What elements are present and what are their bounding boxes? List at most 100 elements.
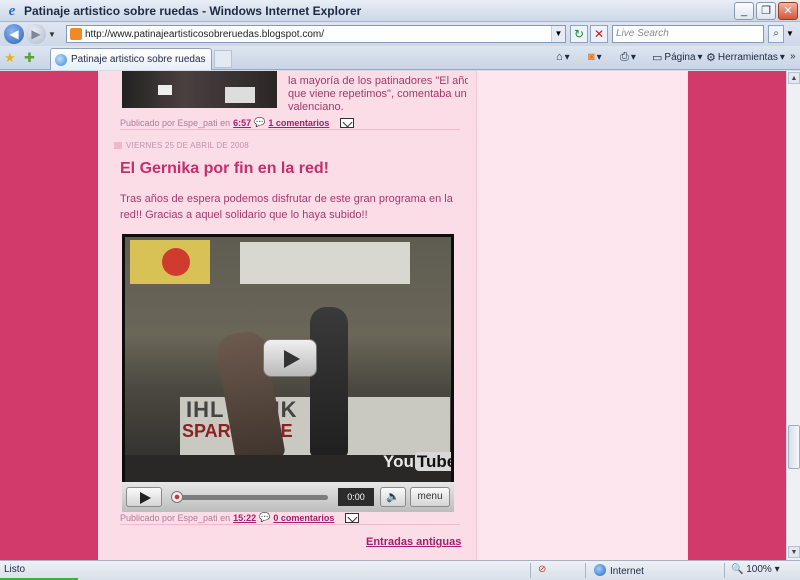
status-separator (530, 563, 531, 578)
window-title: Patinaje artistico sobre ruedas - Window… (24, 3, 362, 18)
title-bar: e Patinaje artistico sobre ruedas - Wind… (0, 0, 800, 22)
video-menu-button[interactable]: menu (410, 487, 450, 507)
previous-post-footer: Publicado por Espe_pati en 6:57 💬 1 come… (120, 117, 355, 128)
comment-icon: 💬 (254, 117, 266, 127)
comments-link[interactable]: 1 comentarios (268, 118, 329, 128)
older-posts-link[interactable]: Entradas antiguas (366, 536, 461, 548)
previous-post-line: la mayoría de los patinadores "El año (288, 75, 468, 87)
new-tab-button[interactable] (214, 50, 232, 68)
search-input[interactable]: Live Search (612, 25, 764, 43)
vertical-scrollbar[interactable]: ▲ ▼ (786, 71, 800, 560)
volume-button[interactable]: 🔈 (380, 487, 406, 507)
status-text: Listo (4, 564, 26, 575)
sidebar (476, 71, 688, 560)
close-button[interactable]: ✕ (778, 2, 798, 20)
banner-logo-icon (162, 248, 190, 276)
zone-label: Internet (610, 566, 644, 577)
print-button[interactable]: ⎙ ▾ (620, 51, 636, 64)
youtube-embed[interactable]: IHL SANK SPARKASSE YouTube 0:00 🔈 menu (122, 234, 454, 512)
previous-post-line: que viene repetimos", comentaba un (288, 88, 467, 100)
refresh-button[interactable]: ↻ (570, 25, 588, 43)
post-title[interactable]: El Gernika por fin en la red! (120, 160, 329, 178)
email-post-icon[interactable] (340, 117, 355, 128)
search-icon[interactable]: ⌕ (768, 25, 784, 43)
zoom-level: 100% (746, 564, 772, 575)
address-bar[interactable]: http://www.patinajeartisticosobreruedas.… (66, 25, 566, 43)
home-button[interactable]: ⌂ ▾ (556, 51, 570, 63)
previous-post-photo (122, 71, 277, 108)
scroll-thumb[interactable] (788, 425, 800, 469)
page-icon (55, 53, 67, 66)
footer-prefix: Publicado por Espe_pati en (120, 117, 231, 128)
maximize-button[interactable]: ❐ (756, 2, 776, 20)
globe-icon (594, 564, 606, 576)
tools-menu[interactable]: ⚙ Herramientas ▾ (706, 51, 785, 64)
minimize-button[interactable]: _ (734, 2, 754, 20)
seek-handle[interactable] (171, 491, 183, 503)
history-dropdown[interactable]: ▼ (48, 30, 58, 39)
play-button[interactable] (126, 487, 162, 507)
post-body: Tras años de espera podemos disfrutar de… (120, 193, 453, 221)
comments-link[interactable]: 0 comentarios (273, 513, 334, 523)
photo-bib (158, 85, 172, 95)
home-icon: ⌂ (556, 51, 563, 63)
status-separator (585, 563, 586, 578)
tab-label: Patinaje artistico sobre ruedas (71, 54, 206, 65)
footer-prefix: Publicado por Espe_pati en (120, 512, 231, 523)
youtube-logo-tube: Tube (414, 452, 451, 471)
post-divider (120, 129, 460, 130)
page-menu[interactable]: ▭ Página ▾ (652, 51, 703, 64)
youtube-logo-you: You (383, 452, 414, 471)
window-controls: _ ❐ ✕ (734, 2, 798, 20)
post-divider (120, 524, 460, 525)
date-header: VIERNES 25 DE ABRIL DE 2008 (114, 141, 249, 150)
previous-post-line: valenciano. (288, 101, 344, 113)
date-text: VIERNES 25 DE ABRIL DE 2008 (126, 141, 249, 150)
page-menu-label: Página (664, 52, 696, 63)
status-bar: Listo ⊘ Internet 🔍 100% ▾ (0, 560, 800, 580)
skater-figure (310, 307, 348, 457)
seek-bar[interactable] (172, 495, 328, 500)
add-favorites-icon[interactable]: ✚ (24, 50, 35, 66)
comment-icon: 💬 (259, 512, 271, 522)
gear-icon: ⚙ (706, 52, 716, 64)
video-controls: 0:00 🔈 menu (122, 482, 454, 512)
blog-container: la mayoría de los patinadores "El año qu… (98, 71, 688, 560)
address-row: ◀ ▶ ▼ http://www.patinajeartisticosobrer… (0, 22, 800, 46)
photo-sign (225, 87, 255, 103)
previous-post-text: la mayoría de los patinadores "El año qu… (288, 75, 468, 114)
tools-menu-label: Herramientas (717, 52, 778, 63)
scroll-down-button[interactable]: ▼ (788, 546, 800, 558)
play-icon (140, 492, 151, 504)
popup-blocker-icon[interactable]: ⊘ (538, 564, 546, 575)
forward-button[interactable]: ▶ (26, 24, 46, 44)
favorites-star-icon[interactable]: ★ (4, 50, 16, 66)
video-play-overlay-button[interactable] (263, 339, 317, 377)
youtube-logo[interactable]: YouTube (383, 452, 451, 472)
zoom-icon: 🔍 (731, 564, 744, 575)
speaker-icon: 🔈 (386, 491, 400, 503)
rss-icon: ◙ (588, 51, 595, 63)
address-url[interactable]: http://www.patinajeartisticosobreruedas.… (85, 29, 324, 40)
video-banner-right (240, 242, 410, 284)
more-commands-button[interactable]: » (790, 51, 796, 62)
search-dropdown[interactable]: ▼ (786, 25, 796, 43)
status-separator (724, 563, 725, 578)
post-time-link[interactable]: 6:57 (233, 118, 251, 128)
post-time-link[interactable]: 15:22 (233, 513, 256, 523)
scroll-up-button[interactable]: ▲ (788, 72, 800, 84)
address-dropdown[interactable]: ▼ (551, 26, 565, 42)
post-footer: Publicado por Espe_pati en 15:22 💬 0 com… (120, 512, 360, 523)
security-zone[interactable]: Internet (594, 564, 644, 577)
printer-icon: ⎙ (620, 51, 629, 63)
video-screen[interactable]: IHL SANK SPARKASSE YouTube (125, 237, 451, 482)
video-banner-left (130, 240, 210, 284)
main-column: la mayoría de los patinadores "El año qu… (98, 71, 476, 560)
back-button[interactable]: ◀ (4, 24, 24, 44)
zoom-control[interactable]: 🔍 100% ▾ (731, 564, 780, 575)
tab-current[interactable]: Patinaje artistico sobre ruedas (50, 48, 212, 70)
date-bullet-icon (114, 142, 122, 149)
email-post-icon[interactable] (345, 512, 360, 523)
stop-button[interactable]: ✕ (590, 25, 608, 43)
feeds-button[interactable]: ◙ ▾ (588, 51, 602, 63)
